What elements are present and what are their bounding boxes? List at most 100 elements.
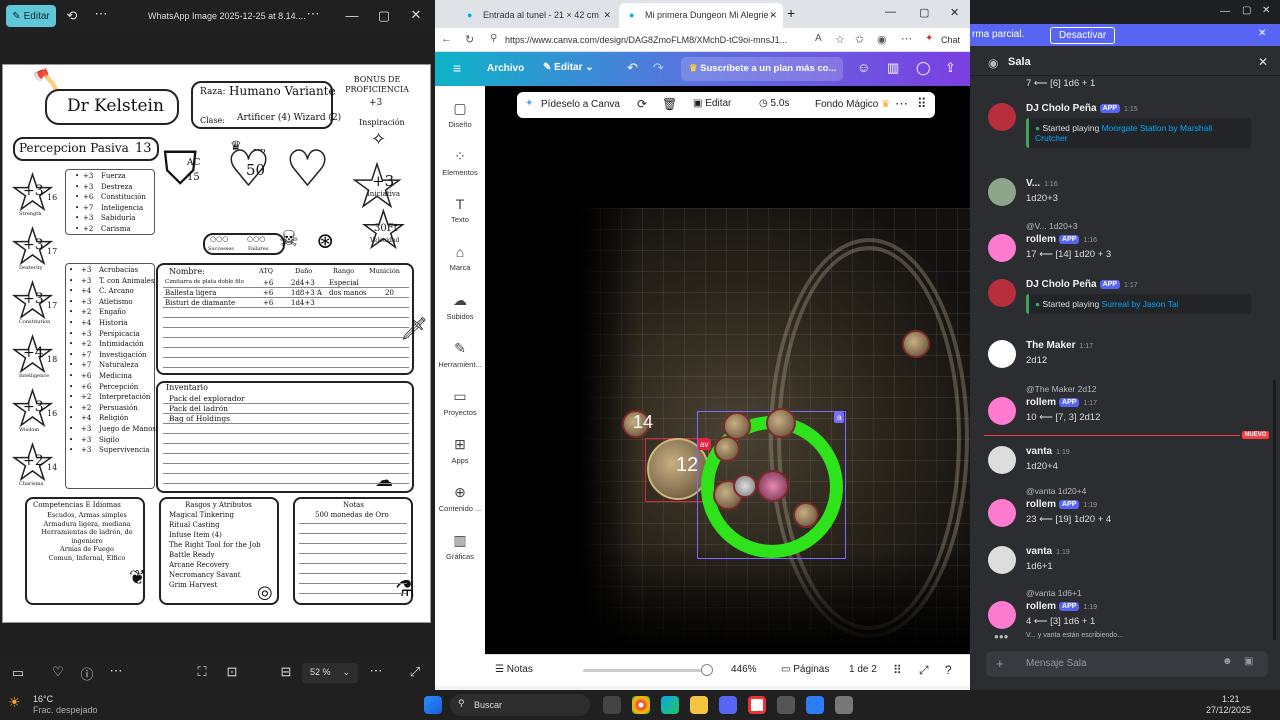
sidebar-item-elements[interactable]: ⁘ Elementos <box>435 148 485 177</box>
sticker-icon[interactable]: ▣ <box>1244 656 1253 667</box>
subscribe-button[interactable]: ♛ Suscríbete a un plan más co... <box>681 57 843 81</box>
token[interactable] <box>733 474 757 498</box>
avatar[interactable] <box>988 546 1016 574</box>
expand-icon[interactable]: ⤢ <box>405 664 425 680</box>
avatar[interactable] <box>988 234 1016 262</box>
actual-size-icon[interactable]: ⊡ <box>222 664 242 680</box>
app-icon[interactable] <box>748 696 766 714</box>
minimize-icon[interactable]: — <box>885 6 896 18</box>
minimize-icon[interactable]: — <box>1220 6 1230 17</box>
search-box[interactable]: ⚲ Buscar <box>450 694 590 716</box>
chat-label[interactable]: Chat <box>941 35 960 45</box>
token[interactable] <box>714 436 740 462</box>
info-icon[interactable]: ⓘ <box>77 664 97 683</box>
ask-canva-button[interactable]: Pídeselo a Canva <box>541 99 620 110</box>
scrollbar[interactable] <box>1273 380 1276 640</box>
notes-button[interactable]: ☰ Notas <box>495 664 533 675</box>
sidebar-item-uploads[interactable]: ☁ Subidos <box>435 292 485 321</box>
tab-dungeon[interactable]: ● Mi primera Dungeon Mi Alegrie - ✕ <box>619 3 783 28</box>
avatar[interactable] <box>988 499 1016 527</box>
edge-icon[interactable] <box>661 696 679 714</box>
sidebar-item-tools[interactable]: ✎ Herramient... <box>435 340 485 369</box>
more-icon[interactable]: ⋯ <box>366 663 386 679</box>
message-author[interactable]: rollem APP 1:19 <box>1026 601 1097 612</box>
message-author[interactable]: DJ Cholo Peña APP 1:15 <box>1026 103 1138 114</box>
grid-view-icon[interactable]: ⠿ <box>893 663 902 677</box>
start-icon[interactable] <box>424 696 442 714</box>
reload-icon[interactable]: ↻ <box>465 33 474 46</box>
archivo-menu[interactable]: Archivo <box>487 63 524 74</box>
maximize-icon[interactable]: ▢ <box>374 8 394 24</box>
fit-icon[interactable]: ⛶ <box>192 664 212 680</box>
maximize-icon[interactable]: ▢ <box>1242 5 1251 16</box>
menu-icon[interactable]: ≡ <box>453 60 461 76</box>
insights-icon[interactable]: ▥ <box>887 60 899 76</box>
more-icon[interactable]: ⋯ <box>303 6 323 22</box>
close-icon[interactable]: ✕ <box>603 10 611 21</box>
zoom-value[interactable]: 446% <box>731 664 757 675</box>
sidebar-item-charts[interactable]: ▥ Gráficas <box>435 532 485 561</box>
undo-icon[interactable]: ↶ <box>627 60 638 76</box>
avatar[interactable] <box>988 340 1016 368</box>
design-page[interactable]: ✦ Pídeselo a Canva ⟳ 🗑 ▣ Editar ◷ 5.0s F… <box>485 86 970 654</box>
avatar[interactable] <box>988 178 1016 206</box>
heart-icon[interactable]: ♡ <box>48 664 68 680</box>
sidebar-item-design[interactable]: ▢ Diseño <box>435 100 485 129</box>
discord-icon[interactable] <box>719 696 737 714</box>
task-view-icon[interactable] <box>603 696 621 714</box>
minimize-icon[interactable]: — <box>342 8 362 23</box>
avatar[interactable] <box>988 446 1016 474</box>
more-icon[interactable]: ⋯ <box>106 663 126 679</box>
sidebar-item-projects[interactable]: ▭ Proyectos <box>435 388 485 417</box>
more-icon[interactable]: ⋯ <box>895 96 908 112</box>
emoji-icon[interactable]: ☻ <box>1222 656 1233 667</box>
more-icon[interactable]: ⋯ <box>901 32 912 45</box>
message-author[interactable]: rollem APP 1:19 <box>1026 499 1097 510</box>
close-icon[interactable]: ✕ <box>1258 28 1266 39</box>
copilot-icon[interactable]: ✦ <box>925 33 933 44</box>
comment-icon[interactable]: ◯ <box>916 60 931 76</box>
zoom-slider-handle[interactable] <box>701 664 713 676</box>
redo-icon[interactable]: ↷ <box>653 60 664 76</box>
zoom-icon[interactable]: ⊟ <box>276 664 296 680</box>
back-icon[interactable]: ← <box>441 33 452 45</box>
edit-image-button[interactable]: ▣ Editar <box>693 98 731 109</box>
message-author[interactable]: V... 1:16 <box>1026 178 1058 189</box>
tab-entrada[interactable]: ● Entrada al tunel - 21 × 42 cm ✕ <box>457 3 617 28</box>
avatar[interactable] <box>988 601 1016 629</box>
app-icon[interactable] <box>806 696 824 714</box>
profile-icon[interactable]: ◉ <box>877 33 887 46</box>
token[interactable] <box>766 408 796 438</box>
url-input[interactable]: https://www.canva.com/design/DAG8ZmoFLM8… <box>505 35 805 45</box>
sidebar-item-brand[interactable]: ⌂ Marca <box>435 244 485 272</box>
refresh-icon[interactable]: ⟳ <box>637 97 647 111</box>
pages-button[interactable]: ▭ Páginas <box>781 664 829 675</box>
magic-bg-button[interactable]: Fondo Mágico ♛ <box>815 99 890 110</box>
sidebar-item-text[interactable]: T Texto <box>435 196 485 224</box>
token[interactable] <box>757 470 789 502</box>
share-icon[interactable]: ⇪ <box>945 60 956 76</box>
message-author[interactable]: The Maker 1:17 <box>1026 340 1093 351</box>
explorer-icon[interactable] <box>690 696 708 714</box>
message-author[interactable]: DJ Cholo Peña APP 1:17 <box>1026 279 1138 290</box>
embed-link[interactable]: Surreal by Jason Tai <box>1102 299 1179 309</box>
sidebar-item-apps[interactable]: ⊞ Apps <box>435 436 485 465</box>
message-input[interactable]: + Mensaje Sala ☻ ▣ <box>986 651 1268 677</box>
read-aloud-icon[interactable]: A <box>815 33 822 44</box>
avatar[interactable] <box>988 397 1016 425</box>
edit-button[interactable]: ✎ Editar <box>6 5 56 27</box>
fullscreen-icon[interactable]: ⤢ <box>919 663 929 678</box>
avatar[interactable] <box>988 103 1016 131</box>
trash-icon[interactable]: 🗑 <box>662 97 677 111</box>
grid-icon[interactable]: ⠿ <box>917 96 927 112</box>
rotate-icon[interactable]: ⟲ <box>62 8 82 24</box>
filmstrip-icon[interactable]: ▭ <box>8 665 28 681</box>
more-icon[interactable]: ⋯ <box>91 6 111 22</box>
message-author[interactable]: rollem APP 1:17 <box>1026 397 1097 408</box>
favorite-icon[interactable]: ☆ <box>835 33 845 46</box>
duration-button[interactable]: ◷ 5.0s <box>759 98 789 109</box>
new-tab-icon[interactable]: + <box>787 5 795 21</box>
close-icon[interactable]: ✕ <box>1258 55 1268 69</box>
token[interactable] <box>793 502 819 528</box>
close-icon[interactable]: ✕ <box>1262 5 1270 16</box>
